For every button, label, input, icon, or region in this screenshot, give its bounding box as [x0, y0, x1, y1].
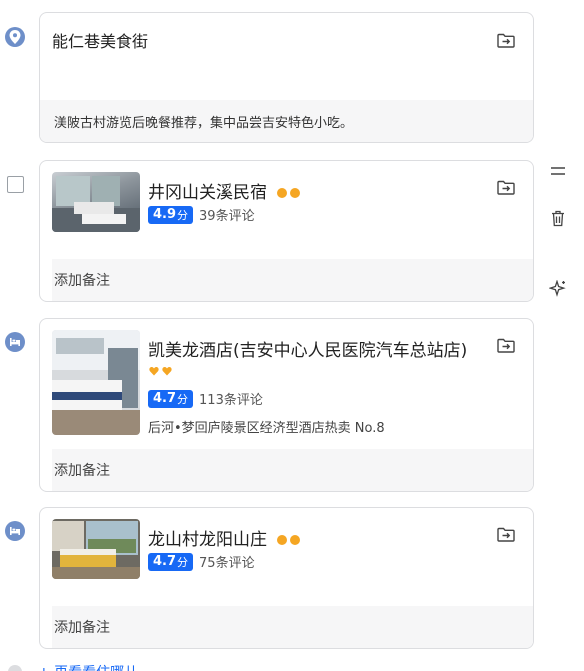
hotel-name-text: 龙山村龙阳山庄	[148, 530, 267, 550]
rating-row: 4.9 分 39条评论	[148, 205, 255, 224]
bed-icon	[5, 521, 25, 541]
rating-badge: 4.7 分	[148, 552, 194, 571]
rating-row: 4.7 分 75条评论	[148, 552, 255, 571]
rating-unit: 分	[177, 208, 189, 222]
drag-handle-icon[interactable]	[549, 162, 567, 180]
rating-score: 4.7	[153, 554, 177, 569]
ranking-label[interactable]: 后河•梦回庐陵景区经济型酒店热卖 No.8	[148, 417, 385, 436]
move-to-folder-icon[interactable]	[496, 336, 516, 354]
review-count[interactable]: 113条评论	[199, 389, 263, 408]
hotel-card-longyang[interactable]: 龙山村龙阳山庄 4.7 分 75条评论 添加备注	[39, 507, 534, 649]
rating-score: 4.7	[153, 391, 177, 406]
rating-badge: 4.9 分	[148, 205, 194, 224]
hotel-card-kaimeilong[interactable]: 凯美龙酒店(吉安中心人民医院汽车总站店) 4.7 分 113条评论 后河•梦回庐陵…	[39, 318, 534, 492]
rating-score: 4.9	[153, 207, 177, 222]
move-to-folder-icon[interactable]	[496, 31, 516, 49]
hotel-thumbnail[interactable]	[52, 519, 140, 579]
rating-row: 4.7 分 113条评论	[148, 389, 263, 408]
level-hearts	[149, 366, 173, 379]
poi-title: 能仁巷美食街	[52, 32, 149, 51]
select-checkbox[interactable]	[7, 176, 24, 193]
add-note-button[interactable]: 添加备注	[52, 259, 533, 301]
move-to-folder-icon[interactable]	[496, 525, 516, 543]
add-note-button[interactable]: 添加备注	[52, 449, 533, 491]
poi-card-food-street[interactable]: 能仁巷美食街 渼陂古村游览后晚餐推荐，集中品尝吉安特色小吃。	[39, 12, 534, 143]
timeline-dot	[8, 665, 22, 671]
rating-badge: 4.7 分	[148, 389, 194, 408]
hotel-name-text: 井冈山关溪民宿	[148, 183, 267, 203]
hotel-name: 龙山村龙阳山庄	[148, 525, 301, 550]
delete-trash-icon[interactable]	[549, 209, 567, 227]
ai-sparkle-icon[interactable]	[549, 280, 567, 298]
move-to-folder-icon[interactable]	[496, 178, 516, 196]
hotel-thumbnail[interactable]	[52, 330, 140, 435]
review-count[interactable]: 39条评论	[199, 205, 255, 224]
bed-icon	[5, 332, 25, 352]
add-note-button[interactable]: 添加备注	[52, 606, 533, 648]
poi-note: 渼陂古村游览后晚餐推荐，集中品尝吉安特色小吃。	[40, 100, 533, 142]
hotel-thumbnail[interactable]	[52, 172, 140, 232]
level-dots	[277, 188, 301, 198]
hotel-card-guanxi[interactable]: 井冈山关溪民宿 4.9 分 39条评论 添加备注	[39, 160, 534, 302]
rating-unit: 分	[177, 392, 189, 406]
hotel-name: 井冈山关溪民宿	[148, 178, 301, 203]
hotel-name: 凯美龙酒店(吉安中心人民医院汽车总站店)	[148, 341, 468, 361]
location-pin-icon	[5, 27, 25, 47]
rating-unit: 分	[177, 555, 189, 569]
level-dots	[277, 535, 301, 545]
review-count[interactable]: 75条评论	[199, 552, 255, 571]
find-more-lodging-link[interactable]: + 再看看住哪儿	[38, 662, 138, 671]
